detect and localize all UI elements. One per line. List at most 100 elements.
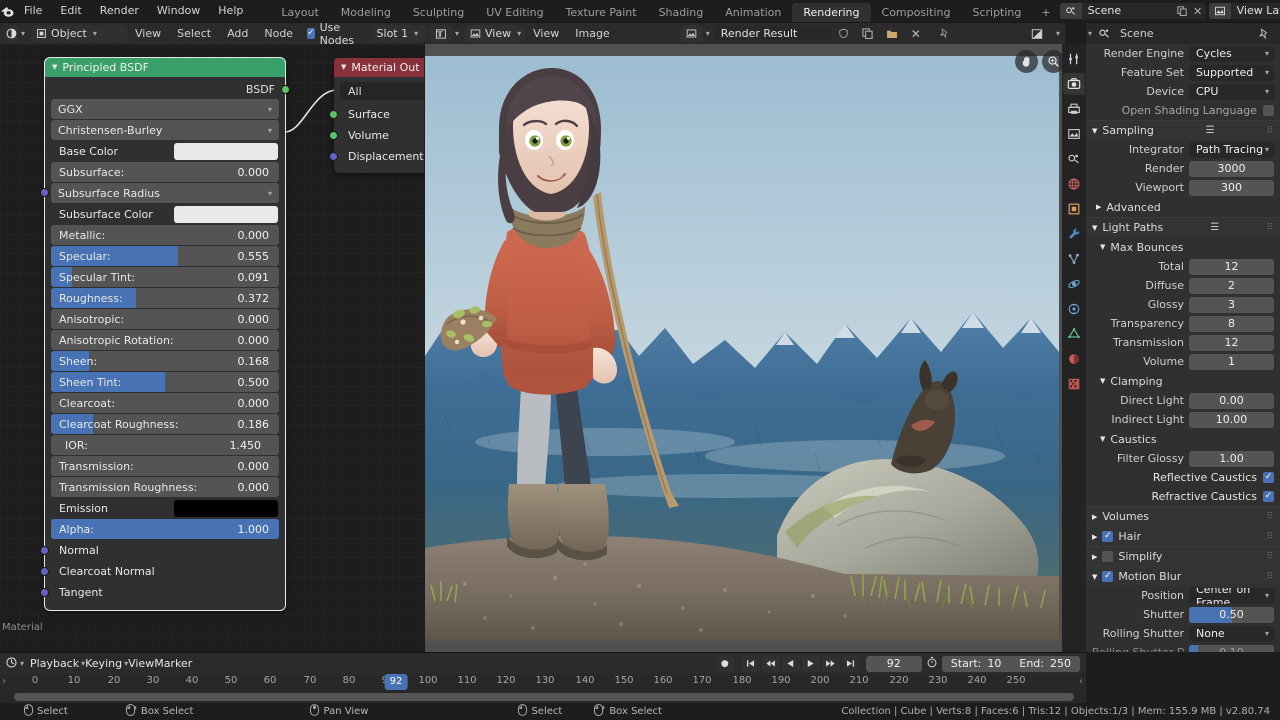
image-datablock-icon[interactable] <box>681 25 703 42</box>
socket-clearcoat-normal[interactable] <box>40 567 49 576</box>
mb-position-row[interactable]: Position Center on Frame ▾ <box>1086 586 1280 605</box>
node-input-anisotropic-value[interactable]: 0.000 <box>238 313 280 326</box>
timeline-icon[interactable] <box>5 656 18 672</box>
node-input-subsurface-value[interactable]: 0.000 <box>238 166 280 179</box>
socket-surface[interactable] <box>329 110 338 119</box>
node-input-roughness-value[interactable]: 0.372 <box>238 292 280 305</box>
node-input-clearcoat-roughness[interactable]: Clearcoat Roughness: 0.186 <box>51 414 279 434</box>
timeline-menu-marker[interactable]: Marker <box>154 657 192 670</box>
menu-file[interactable]: File <box>15 0 51 22</box>
image-editor[interactable] <box>425 44 1065 652</box>
timeline-menu-keying[interactable]: Keying <box>85 657 122 670</box>
play-reverse-icon[interactable] <box>782 655 800 672</box>
pan-icon[interactable] <box>1015 50 1038 73</box>
bounce-glossy-field[interactable]: 3 <box>1189 297 1274 313</box>
node-input-ior-value[interactable]: 1.450 <box>230 439 280 452</box>
properties-tab-object[interactable] <box>1063 198 1085 220</box>
hair-checkbox[interactable]: ✓ <box>1102 531 1113 542</box>
timeline-ruler[interactable]: 0 10 20 30 40 50 60 70 80 90 100 110 120… <box>0 674 1086 692</box>
distribution-dropdown[interactable]: GGX ▾ <box>51 99 279 119</box>
node-input-transmission-roughness-value[interactable]: 0.000 <box>238 481 280 494</box>
node-input-volume[interactable]: Volume <box>340 125 424 146</box>
properties-editor[interactable]: Render Engine Cycles ▾ Feature Set Suppo… <box>1086 44 1280 652</box>
playhead[interactable]: 92 <box>385 674 408 690</box>
panel-triangle-collapsed-icon[interactable]: ▶ <box>1092 553 1097 561</box>
properties-tab-tool[interactable] <box>1063 48 1085 70</box>
node-input-transmission[interactable]: Transmission: 0.000 <box>51 456 279 476</box>
workspace-tab-modeling[interactable]: Modeling <box>330 3 402 22</box>
image-datablock-chevron-icon[interactable]: ▾ <box>706 29 710 38</box>
timeline-expand-arrow-icon[interactable]: › <box>2 676 6 687</box>
filter-glossy-row[interactable]: Filter Glossy 1.00 <box>1086 449 1280 468</box>
scene-datablock[interactable]: Scene ✕ <box>1060 3 1206 19</box>
bounce-transmission-field[interactable]: 12 <box>1189 335 1274 351</box>
samples-viewport-field[interactable]: 300 <box>1189 180 1274 196</box>
workspace-tab-uv-editing[interactable]: UV Editing <box>475 3 554 22</box>
node-input-anisotropic-rotation[interactable]: Anisotropic Rotation: 0.000 <box>51 330 279 350</box>
panel-triangle-icon[interactable]: ▼ <box>1092 127 1097 135</box>
node-input-surface[interactable]: Surface <box>340 104 424 125</box>
node-input-subsurface-radius[interactable]: Subsurface Radius ▾ <box>51 183 279 203</box>
timeline-editor[interactable]: ▾ Playback ▾ Keying ▾ View Marker ● <box>0 652 1086 703</box>
panel-clamping[interactable]: ▼ Clamping <box>1086 371 1280 391</box>
channels-chevron-icon[interactable]: ▾ <box>1056 29 1060 38</box>
subsurface-color-swatch[interactable] <box>174 206 278 223</box>
properties-editor-chevron-icon[interactable]: ▾ <box>1088 29 1092 38</box>
node-input-subsurface[interactable]: Subsurface: 0.000 <box>51 162 279 182</box>
base-color-swatch[interactable] <box>174 143 278 160</box>
samples-render-field[interactable]: 3000 <box>1189 161 1274 177</box>
collapse-triangle-icon[interactable]: ▼ <box>341 58 346 77</box>
workspace-tab-texture-paint[interactable]: Texture Paint <box>555 3 648 22</box>
jump-end-icon[interactable] <box>842 655 860 672</box>
properties-tab-material[interactable] <box>1063 348 1085 370</box>
node-input-displacement[interactable]: Displacement <box>340 146 424 167</box>
node-material-output[interactable]: ▼ Material Out All Surface Volume Displa… <box>334 58 424 173</box>
device-dropdown[interactable]: CPU ▾ <box>1189 84 1274 100</box>
integrator-row[interactable]: Integrator Path Tracing ▾ <box>1086 140 1280 159</box>
socket-tangent[interactable] <box>40 588 49 597</box>
node-input-metallic[interactable]: Metallic: 0.000 <box>51 225 279 245</box>
node-input-clearcoat-roughness-value[interactable]: 0.186 <box>238 418 280 431</box>
panel-simplify[interactable]: ▶ ✓ Simplify ⠿ <box>1086 546 1280 566</box>
collapse-triangle-icon[interactable]: ▼ <box>52 58 57 77</box>
node-input-anisotropic-rotation-value[interactable]: 0.000 <box>238 334 280 347</box>
node-input-clearcoat-normal[interactable]: Clearcoat Normal <box>51 561 279 581</box>
menu-render[interactable]: Render <box>91 0 148 22</box>
panel-triangle-icon[interactable]: ▼ <box>1100 377 1105 385</box>
panel-hair[interactable]: ▶ ✓ Hair ⠿ <box>1086 526 1280 546</box>
current-frame-field[interactable]: 92 <box>866 656 922 672</box>
mb-rolling-shutter-dropdown[interactable]: None ▾ <box>1189 626 1274 642</box>
osl-row[interactable]: Open Shading Language ✓ <box>1086 101 1280 120</box>
bounce-diffuse-field[interactable]: 2 <box>1189 278 1274 294</box>
node-input-base-color[interactable]: Base Color <box>51 141 279 161</box>
scene-unlink-icon[interactable]: ✕ <box>1190 3 1206 19</box>
timeline-horizontal-scrollbar[interactable] <box>14 693 1074 701</box>
stopwatch-icon[interactable] <box>926 656 938 671</box>
shader-editor-chevron-icon[interactable]: ▾ <box>21 29 25 38</box>
properties-tab-physics[interactable] <box>1063 273 1085 295</box>
samples-viewport-row[interactable]: Viewport 300 <box>1086 178 1280 197</box>
integrator-dropdown[interactable]: Path Tracing ▾ <box>1189 142 1274 158</box>
node-input-sheen-value[interactable]: 0.168 <box>238 355 280 368</box>
use-nodes-toggle[interactable]: ✓ Use Nodes <box>301 21 357 47</box>
panel-light-paths[interactable]: ▼ Light Paths ☰ ⠿ <box>1086 217 1280 237</box>
properties-tab-world[interactable] <box>1063 173 1085 195</box>
record-icon[interactable]: ● <box>716 655 734 672</box>
node-menu-node[interactable]: Node <box>256 23 301 45</box>
panel-sampling[interactable]: ▼ Sampling ☰ ⠿ <box>1086 120 1280 140</box>
pin-icon[interactable] <box>934 25 956 42</box>
mb-shutter-field[interactable]: 0.50 <box>1189 607 1274 623</box>
panel-advanced[interactable]: ▶ Advanced <box>1086 197 1280 217</box>
use-nodes-checkbox[interactable]: ✓ <box>307 28 315 39</box>
bounce-total-field[interactable]: 12 <box>1189 259 1274 275</box>
node-input-roughness[interactable]: Roughness: 0.372 <box>51 288 279 308</box>
workspace-tab-layout[interactable]: Layout <box>270 3 329 22</box>
panel-max-bounces[interactable]: ▼ Max Bounces <box>1086 237 1280 257</box>
panel-triangle-icon[interactable]: ▼ <box>1092 224 1097 232</box>
node-input-subsurface-color[interactable]: Subsurface Color <box>51 204 279 224</box>
properties-tab-view-layer[interactable] <box>1063 123 1085 145</box>
bounce-total-row[interactable]: Total 12 <box>1086 257 1280 276</box>
node-menu-view[interactable]: View <box>127 23 169 45</box>
refractive-caustics-row[interactable]: Refractive Caustics ✓ <box>1086 487 1280 506</box>
menu-edit[interactable]: Edit <box>51 0 90 22</box>
